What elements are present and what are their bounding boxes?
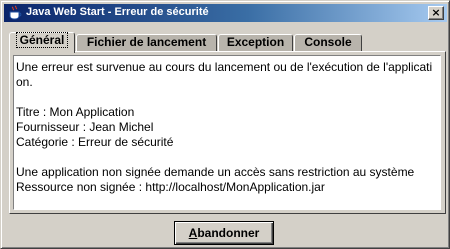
close-button[interactable]: ×: [428, 6, 444, 20]
error-message-line-wrap: on.: [16, 75, 33, 89]
tab-launch-file-label: Fichier de lancement: [86, 35, 207, 49]
tab-exception[interactable]: Exception: [218, 34, 293, 51]
abandon-button-label: bandonner: [197, 226, 260, 240]
tab-panel-general: Une erreur est survenue au cours du lanc…: [9, 51, 446, 214]
abandon-button[interactable]: Abandonner: [174, 221, 274, 245]
error-dialog-window: Java Web Start - Erreur de sécurité × Gé…: [0, 0, 450, 249]
tab-strip: Général Fichier de lancement Exception C…: [9, 32, 449, 53]
unsigned-app-line: Une application non signée demande un ac…: [16, 165, 415, 179]
tab-general[interactable]: Général: [9, 32, 75, 53]
tab-console-label: Console: [304, 35, 352, 49]
error-message-line: Une erreur est survenue au cours du lanc…: [16, 60, 433, 74]
category-line: Catégorie : Erreur de sécurité: [16, 135, 174, 149]
error-details-text-area[interactable]: Une erreur est survenue au cours du lanc…: [13, 55, 441, 210]
title-bar[interactable]: Java Web Start - Erreur de sécurité ×: [4, 4, 447, 22]
app-title-line: Titre : Mon Application: [16, 105, 135, 119]
tab-general-label: Général: [15, 32, 69, 48]
unsigned-resource-line: Ressource non signée : http://localhost/…: [16, 180, 325, 194]
tab-exception-label: Exception: [226, 35, 285, 49]
java-cup-icon: [9, 5, 22, 20]
close-icon: ×: [431, 6, 441, 19]
tab-launch-file[interactable]: Fichier de lancement: [76, 34, 217, 51]
tab-console[interactable]: Console: [294, 34, 362, 51]
vendor-line: Fournisseur : Jean Michel: [16, 120, 154, 134]
window-title: Java Web Start - Erreur de sécurité: [26, 6, 209, 18]
